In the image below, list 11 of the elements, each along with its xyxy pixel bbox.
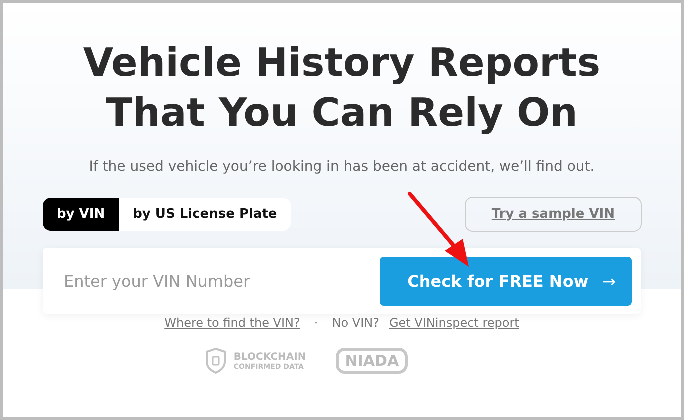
where-vin-link[interactable]: Where to find the VIN?	[164, 316, 300, 330]
niada-logo: NIADA	[336, 348, 408, 374]
search-mode-tab[interactable]: by VIN	[43, 198, 120, 231]
sample-vin-link[interactable]: Try a sample VIN	[464, 197, 642, 232]
report-link[interactable]: Get VINinspect report	[389, 316, 520, 330]
page-title: Vehicle History Reports That You Can Rely On	[82, 40, 602, 138]
subtitle: If the used vehicle you’re looking in has been at accident, we’ll find out.	[88, 159, 596, 175]
check-button[interactable]: Check for FREE Now →	[380, 257, 632, 306]
no-vin-text: No VIN?	[332, 316, 380, 330]
shield-icon	[206, 348, 226, 374]
separator-dot: ·	[314, 316, 318, 330]
